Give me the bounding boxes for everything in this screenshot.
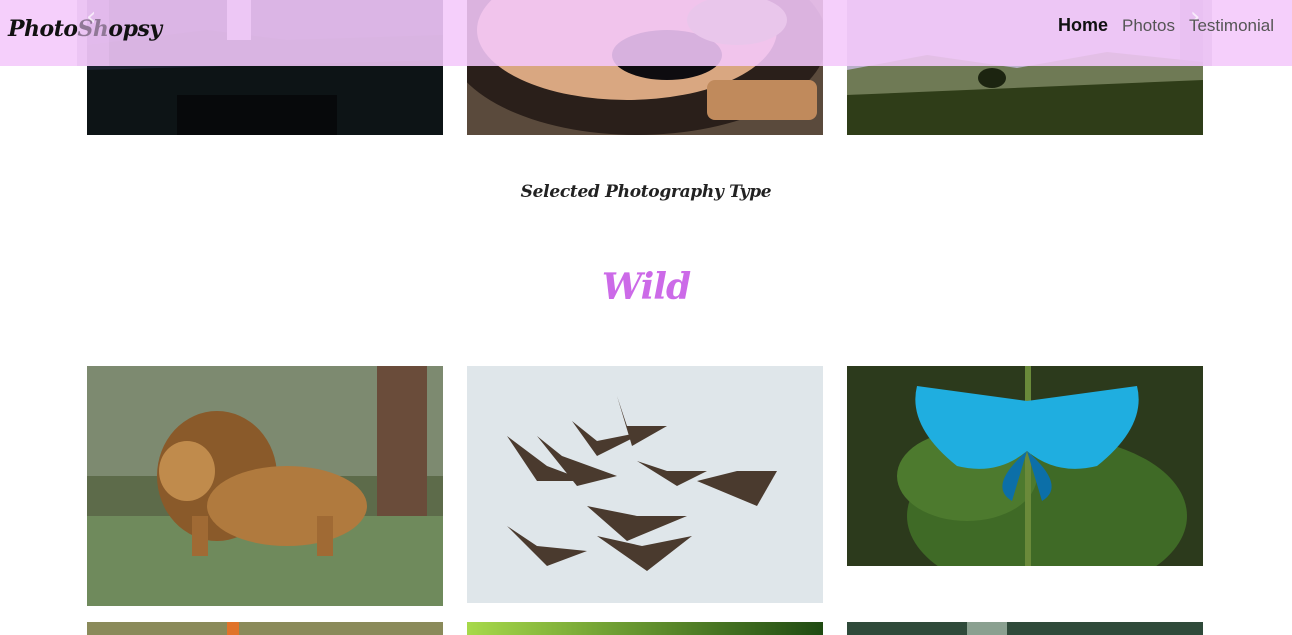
carousel-prev-button[interactable]: ‹ [77, 0, 109, 66]
wildlife-photo-4[interactable] [87, 622, 443, 635]
wildlife-image-5 [467, 622, 823, 635]
nav-item-home[interactable]: Home [1058, 15, 1108, 36]
navbar: PhotoShopsy ‹ › Home Photos Testimonial [0, 0, 1292, 66]
nav-item-testimonial[interactable]: Testimonial [1189, 16, 1274, 36]
wildlife-image-6 [847, 622, 1203, 635]
lion-image [87, 366, 443, 606]
wildlife-photo-6[interactable] [847, 622, 1203, 635]
wildlife-image-4 [87, 622, 443, 635]
butterfly-image [847, 366, 1203, 566]
nav-item-photos[interactable]: Photos [1122, 16, 1175, 36]
wildlife-photo-5[interactable] [467, 622, 823, 635]
butterfly-photo[interactable] [847, 366, 1203, 566]
section-title: Wild [601, 266, 691, 308]
chevron-left-icon: ‹ [86, 2, 97, 32]
section-subtitle: Selected Photography Type [520, 182, 772, 202]
geese-photo[interactable] [467, 366, 823, 603]
main-nav: Home Photos Testimonial [1058, 15, 1274, 36]
geese-image [467, 366, 823, 603]
lion-photo[interactable] [87, 366, 443, 606]
